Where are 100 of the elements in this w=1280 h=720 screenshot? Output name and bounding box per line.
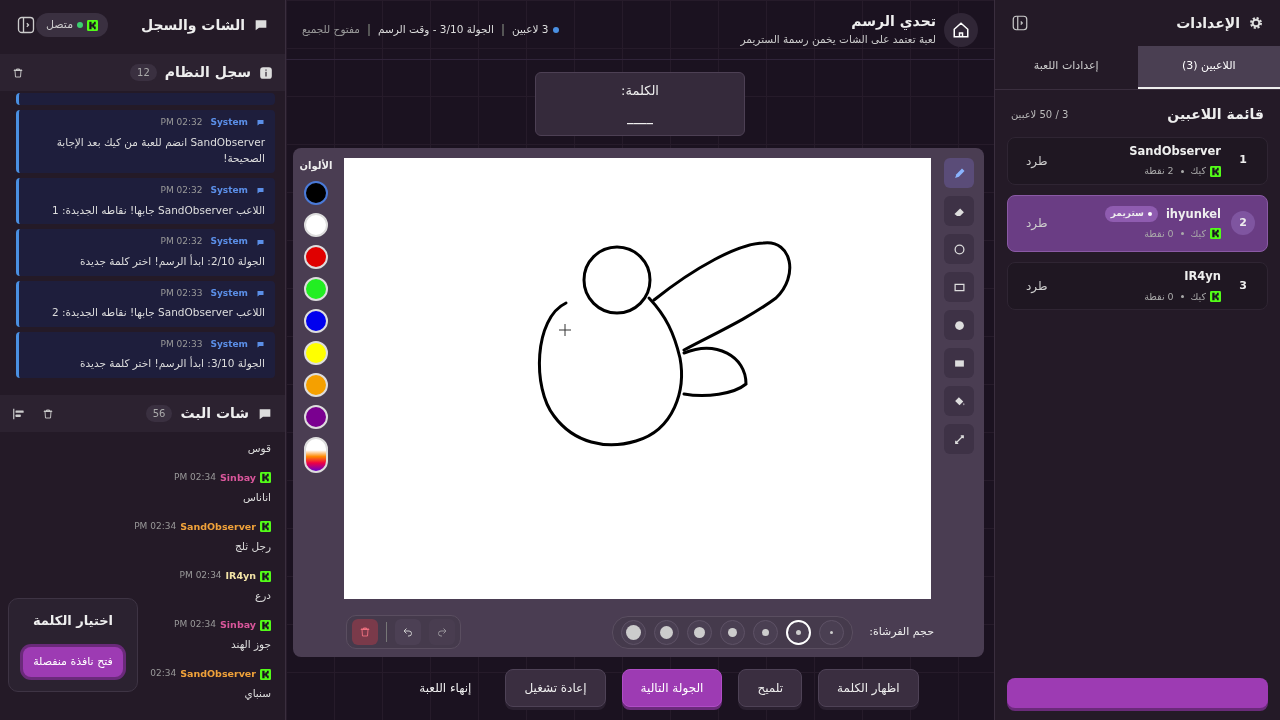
user-name: Sinbay	[220, 470, 256, 485]
brush-size-option[interactable]	[654, 619, 680, 645]
kick-logo-icon	[260, 619, 271, 631]
meta-text: 3 لاعبين	[511, 21, 549, 38]
message-text: الجولة 3/10: ابدأ الرسم! اختر كلمة جديدة	[79, 355, 265, 372]
message-time: 02:32 PM	[160, 116, 203, 129]
open-window-button[interactable]: فتح نافذة منفصلة	[23, 646, 123, 677]
player-rank: 3	[1238, 277, 1248, 294]
collapse-icon[interactable]	[16, 15, 36, 35]
action-button[interactable]: الجولة التالية	[621, 669, 723, 707]
word-blanks: ____	[626, 107, 654, 126]
brush-size-option[interactable]	[753, 619, 779, 645]
end-game-link[interactable]: إنهاء اللعبة	[401, 670, 490, 706]
message-text: جوز الهند	[230, 637, 271, 653]
message-text: اللاعب SandObserver جابها! نقاطه الجديدة: 2	[50, 305, 265, 321]
action-button[interactable]: اظهار الكلمة	[818, 669, 919, 707]
chat-icon	[256, 118, 265, 128]
color-picker[interactable]	[304, 437, 328, 473]
tool-button[interactable]	[944, 272, 974, 302]
word-label: الكلمة:	[620, 82, 660, 100]
kick-logo-icon	[87, 19, 99, 31]
brush-size-option[interactable]	[720, 619, 746, 645]
player-name: IR4yn	[1184, 268, 1221, 286]
player-points: 2 نقطة	[1144, 164, 1174, 178]
tab[interactable]: اللاعبين (3)	[1137, 46, 1280, 89]
user-name: SandObserver	[180, 667, 256, 681]
trash-icon	[359, 626, 371, 638]
tool-button[interactable]	[944, 310, 974, 340]
message-text: اللاعب SandObserver جابها! نقاطه الجديدة: 1	[50, 202, 265, 219]
meta-text: مفتوح للجميع	[302, 21, 360, 38]
message-time: 02:34 PM	[134, 520, 177, 534]
info-icon	[259, 65, 273, 80]
tool-button[interactable]	[944, 424, 974, 454]
player-platform: كيك	[1190, 289, 1206, 304]
player-capacity: 3 / 50 لاعبين	[1011, 107, 1069, 122]
message-time: 02:33 PM	[160, 286, 203, 300]
home-icon	[952, 20, 970, 39]
home-button[interactable]	[944, 12, 978, 47]
chat-icon	[256, 186, 265, 196]
kick-logo-icon	[260, 668, 271, 680]
circle-icon	[951, 241, 967, 257]
player-platform: كيك	[1190, 226, 1206, 241]
panel-title: الإعدادات	[1176, 13, 1240, 33]
clear-button[interactable]	[352, 619, 378, 645]
kick-button[interactable]: طرد	[1020, 276, 1054, 296]
section-title: قائمة اللاعبين	[1167, 104, 1264, 125]
kick-logo-icon	[1210, 165, 1221, 177]
player-rank: 2	[1231, 211, 1255, 236]
chat-icon	[256, 340, 265, 350]
message-time: 02:34 PM	[174, 471, 216, 485]
tool-button[interactable]	[944, 386, 974, 416]
trash-icon[interactable]	[42, 407, 54, 420]
chat-icon	[256, 288, 265, 298]
sender-name: System	[210, 184, 248, 198]
sender-name: System	[210, 116, 248, 129]
sender-name: System	[210, 338, 248, 351]
redo-icon	[436, 626, 448, 638]
message-time: 02:34 PM	[174, 618, 216, 632]
streamer-badge: ستريمر	[1104, 206, 1158, 222]
message-text: قوس	[246, 441, 271, 457]
tool-button[interactable]	[944, 158, 974, 188]
player-rank: 1	[1238, 152, 1248, 169]
message-time: 02:34	[150, 667, 177, 681]
palette-title: الألوان	[299, 158, 333, 173]
user-name: Sinbay	[220, 617, 256, 632]
sender-name: System	[210, 235, 248, 249]
message-text: سنباي	[243, 686, 271, 702]
trash-icon[interactable]	[12, 66, 24, 79]
undo-button[interactable]	[395, 619, 421, 645]
message-time: 02:34 PM	[179, 569, 222, 583]
kick-button[interactable]: طرد	[1020, 150, 1054, 171]
section-title: شات البث	[180, 404, 249, 423]
player-points: 0 نقطة	[1144, 289, 1174, 304]
tab[interactable]: إعدادات اللعبة	[995, 46, 1138, 89]
color-swatch[interactable]	[304, 181, 328, 205]
panel-title: الشات والسجل	[140, 15, 245, 36]
brush-size-label: حجم الفرشاة:	[869, 623, 934, 640]
player-platform: كيك	[1190, 164, 1206, 178]
chat-icon	[256, 237, 265, 247]
tool-button[interactable]	[944, 234, 974, 264]
action-button[interactable]: تلميح	[738, 669, 803, 707]
message-text: اناناس	[242, 490, 271, 506]
tool-button[interactable]	[944, 196, 974, 226]
brush-size-option[interactable]	[621, 619, 647, 645]
kick-logo-icon	[260, 521, 271, 533]
brush-size-option[interactable]	[687, 619, 713, 645]
sender-name: System	[210, 286, 248, 300]
align-icon[interactable]	[12, 406, 26, 421]
message-text: رجل ثلج	[233, 539, 271, 555]
meta-text: الجولة 3/10 - وقت الرسم	[377, 21, 494, 38]
popup-title: اختيار الكلمة	[31, 612, 115, 630]
collapse-icon[interactable]	[1011, 14, 1029, 32]
action-button[interactable]: إعادة تشغيل	[505, 669, 606, 707]
tool-button[interactable]	[944, 348, 974, 378]
message-time: 02:32 PM	[160, 184, 203, 198]
status-dot	[552, 26, 559, 33]
chat-icon	[253, 17, 269, 33]
user-name: IR4yn	[225, 568, 256, 583]
kick-button[interactable]: طرد	[1020, 213, 1054, 234]
status-label: متصل	[46, 16, 74, 33]
